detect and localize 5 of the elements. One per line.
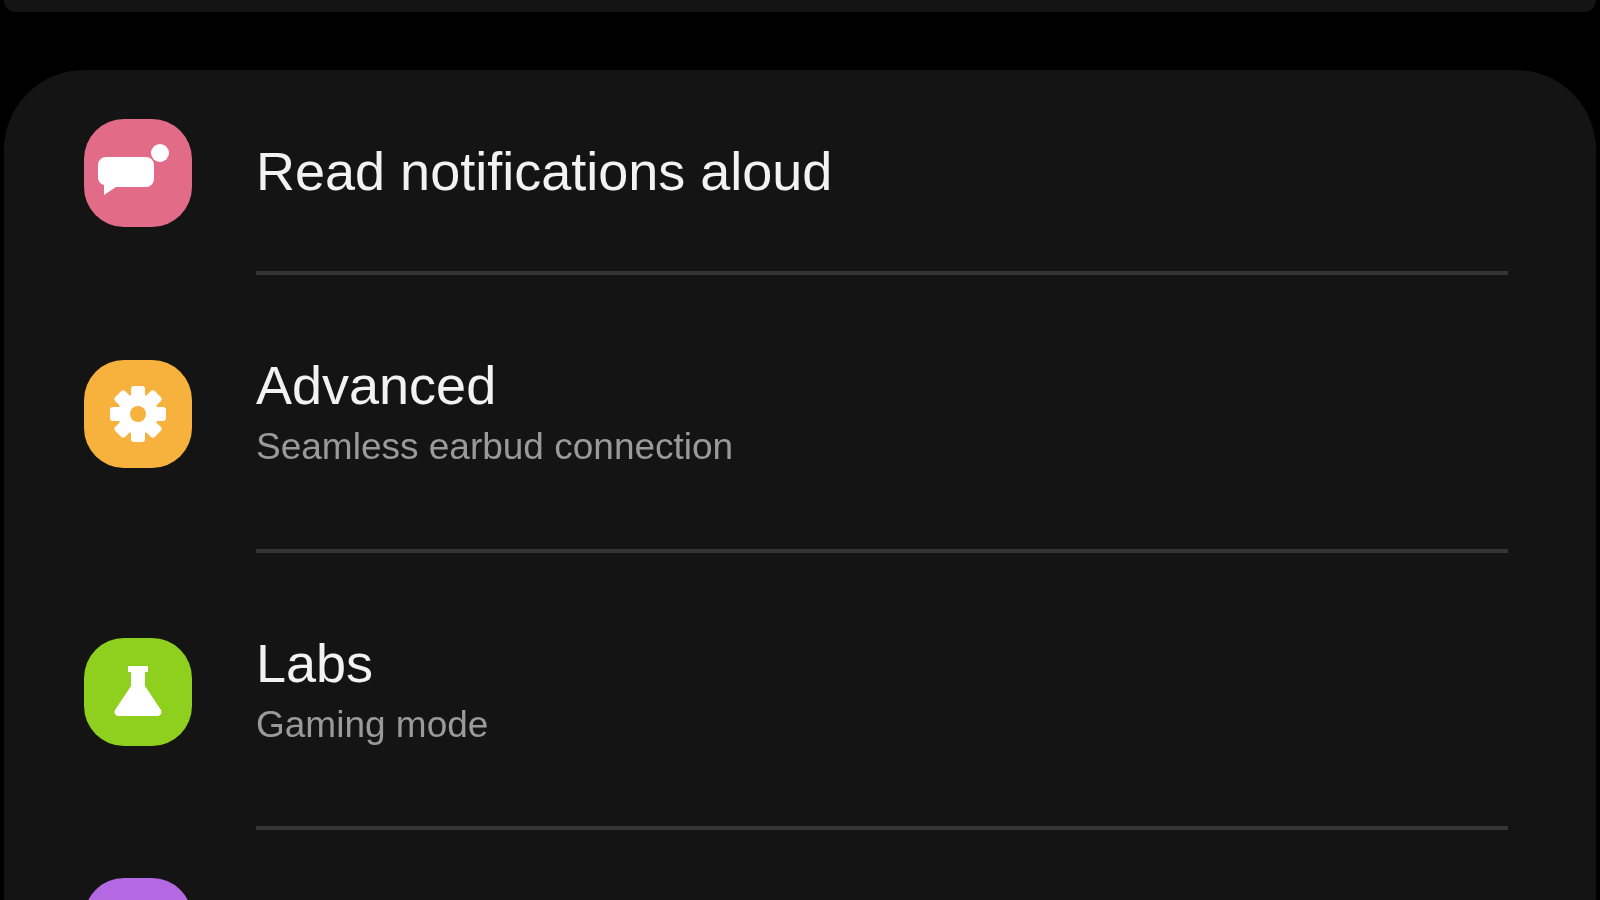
setting-subtitle: Gaming mode <box>256 702 490 747</box>
setting-title[interactable]: Read notifications aloud <box>256 139 1508 202</box>
setting-subtitle: Seamless earbud connection <box>256 425 735 469</box>
setting-title[interactable]: Advanced <box>256 354 1508 416</box>
setting-title[interactable]: Labs <box>256 631 1508 694</box>
